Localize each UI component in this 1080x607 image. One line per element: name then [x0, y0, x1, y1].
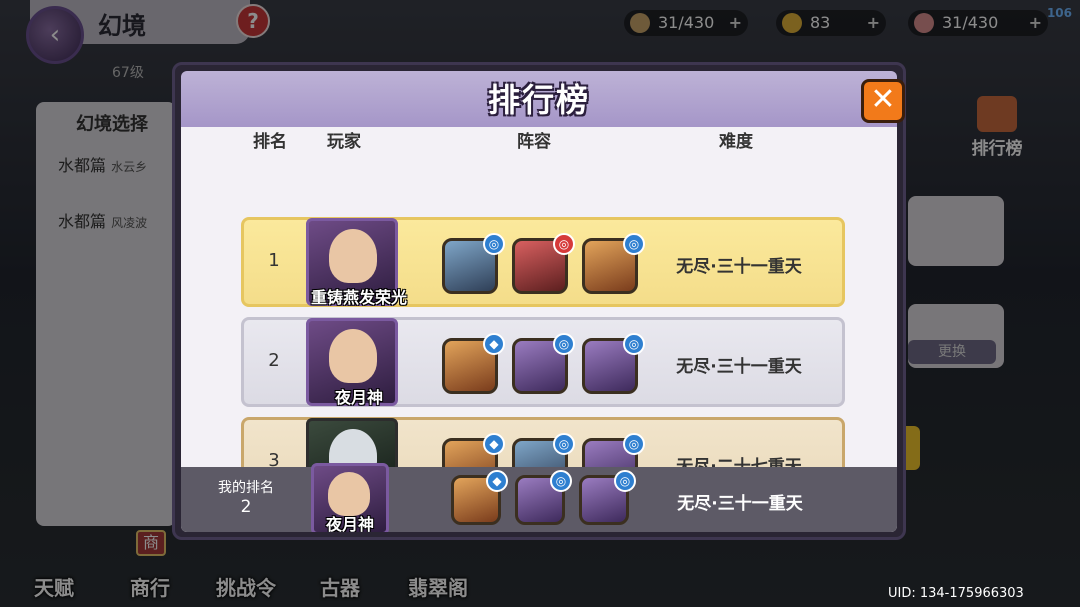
close-icon: ✕: [870, 82, 896, 117]
leaderboard-body: 排名 玩家 阵容 难度 1 重铸燕发荣光 ◎ ◎ ◎ 无尽·三十一重天 2 夜月…: [181, 127, 897, 532]
hero-icon[interactable]: ◎: [442, 233, 505, 294]
avatar-face: [328, 472, 370, 516]
hero-icon[interactable]: ◎: [582, 233, 645, 294]
close-button[interactable]: ✕: [861, 79, 905, 123]
leaderboard-row[interactable]: 2 夜月神 ◆ ◎ ◎ 无尽·三十一重天: [241, 317, 845, 407]
water-element-icon: ◎: [550, 470, 572, 492]
rank-number: 2: [268, 350, 280, 371]
hero-icon[interactable]: ◎: [512, 333, 575, 394]
leaderboard-row[interactable]: 1 重铸燕发荣光 ◎ ◎ ◎ 无尽·三十一重天: [241, 217, 845, 307]
header-difficulty: 难度: [719, 132, 753, 152]
shield-element-icon: ◆: [486, 470, 508, 492]
water-element-icon: ◎: [553, 333, 575, 355]
fire-element-icon: ◎: [553, 233, 575, 255]
water-element-icon: ◎: [553, 433, 575, 455]
water-element-icon: ◎: [623, 333, 645, 355]
user-id: UID: 134-175966303: [888, 586, 1024, 601]
leaderboard-modal: 排行榜 ✕ 排名 玩家 阵容 难度 1 重铸燕发荣光 ◎ ◎ ◎ 无尽·三十一重…: [172, 62, 906, 540]
hero-icon[interactable]: ◎: [579, 470, 636, 525]
modal-title: 排行榜: [487, 81, 590, 119]
hero-icon[interactable]: ◎: [512, 233, 575, 294]
player-name: 重铸燕发荣光: [310, 288, 407, 307]
hero-icon[interactable]: ◆: [451, 470, 508, 525]
my-rank-label: 我的排名: [218, 480, 274, 496]
difficulty-value: 无尽·三十一重天: [676, 257, 802, 277]
rank-number: 1: [268, 250, 280, 271]
my-player-name: 夜月神: [325, 515, 374, 532]
modal-header: 排行榜 ✕: [181, 71, 905, 127]
difficulty-value: 无尽·三十一重天: [676, 357, 802, 377]
header-player: 玩家: [327, 132, 361, 152]
header-lineup: 阵容: [517, 132, 551, 152]
water-element-icon: ◎: [623, 233, 645, 255]
my-rank-number: 2: [240, 497, 252, 517]
shield-element-icon: ◆: [483, 433, 505, 455]
water-element-icon: ◎: [614, 470, 636, 492]
hero-icon[interactable]: ◆: [442, 333, 505, 394]
my-difficulty-value: 无尽·三十一重天: [677, 494, 803, 514]
avatar-face: [329, 329, 377, 383]
my-rank-bar: 我的排名 2 夜月神 ◆ ◎ ◎ 无尽·三十一重天: [181, 463, 897, 532]
shield-element-icon: ◆: [483, 333, 505, 355]
water-element-icon: ◎: [623, 433, 645, 455]
hero-icon[interactable]: ◎: [582, 333, 645, 394]
avatar-face: [329, 229, 377, 283]
water-element-icon: ◎: [483, 233, 505, 255]
player-name: 夜月神: [334, 388, 383, 407]
header-rank: 排名: [253, 132, 287, 152]
hero-icon[interactable]: ◎: [515, 470, 572, 525]
